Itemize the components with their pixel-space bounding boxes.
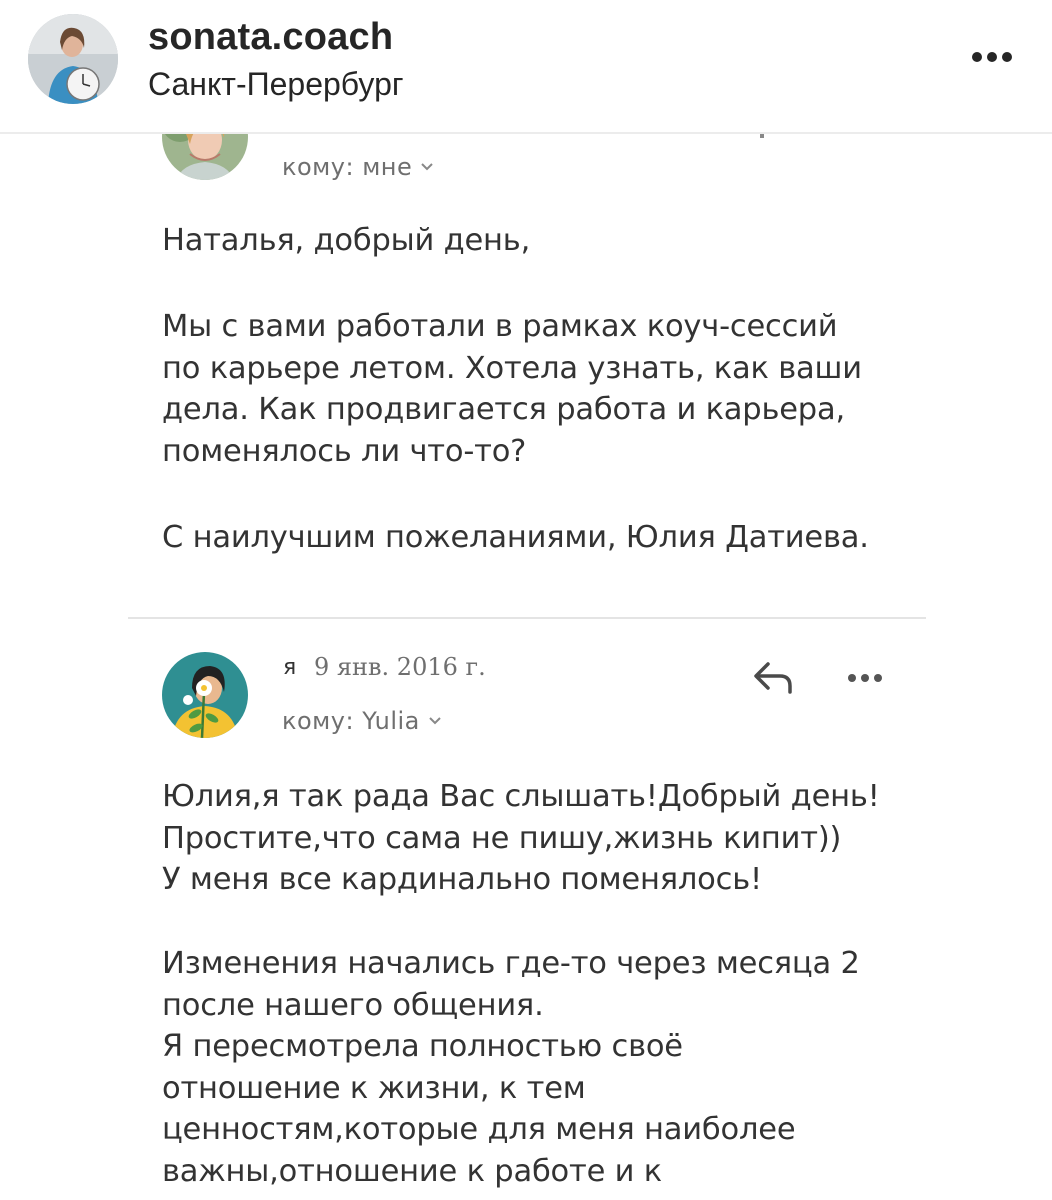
account-username[interactable]: sonata.coach [148,16,393,59]
woman-photo-icon [162,134,248,180]
email-screenshot: кому: мне Наталья, добрый день, Мы с вам… [0,134,1052,1200]
recipient-line[interactable]: кому: Yulia [282,704,442,735]
sender-name: я [283,655,297,680]
recipient-line[interactable]: кому: мне [282,150,434,181]
message-paragraph: Изменения начались где-то через месяца 2… [162,946,860,1189]
message-signature: С наилучшим пожеланиями, Юлия Датиева. [162,520,869,555]
reply-icon[interactable] [748,658,798,698]
profile-avatar[interactable] [28,14,118,104]
chevron-down-icon[interactable] [428,704,442,732]
sender-avatar [162,652,248,738]
message-greeting: Наталья, добрый день, [162,223,531,258]
message-date: 9 янв. 2016 г. [314,653,486,681]
message-paragraph: Юлия,я так рада Вас слышать!Добрый день!… [162,779,880,897]
illustrated-avatar-icon [162,652,248,738]
more-options-icon[interactable] [962,38,1022,78]
profile-photo-icon [28,14,118,104]
sender-avatar [162,134,248,180]
post-location[interactable]: Санкт-Перербург [148,66,404,103]
cut-off-mark [760,134,764,138]
message-divider [128,617,926,619]
post-header: sonata.coach Санкт-Перербург [0,0,1052,134]
more-options-icon[interactable] [846,672,886,686]
message-paragraph: Мы с вами работали в рамках коуч-сессий … [162,309,862,469]
chevron-down-icon[interactable] [420,150,434,178]
recipient-text: кому: Yulia [282,707,420,735]
recipient-text: кому: мне [282,153,413,181]
